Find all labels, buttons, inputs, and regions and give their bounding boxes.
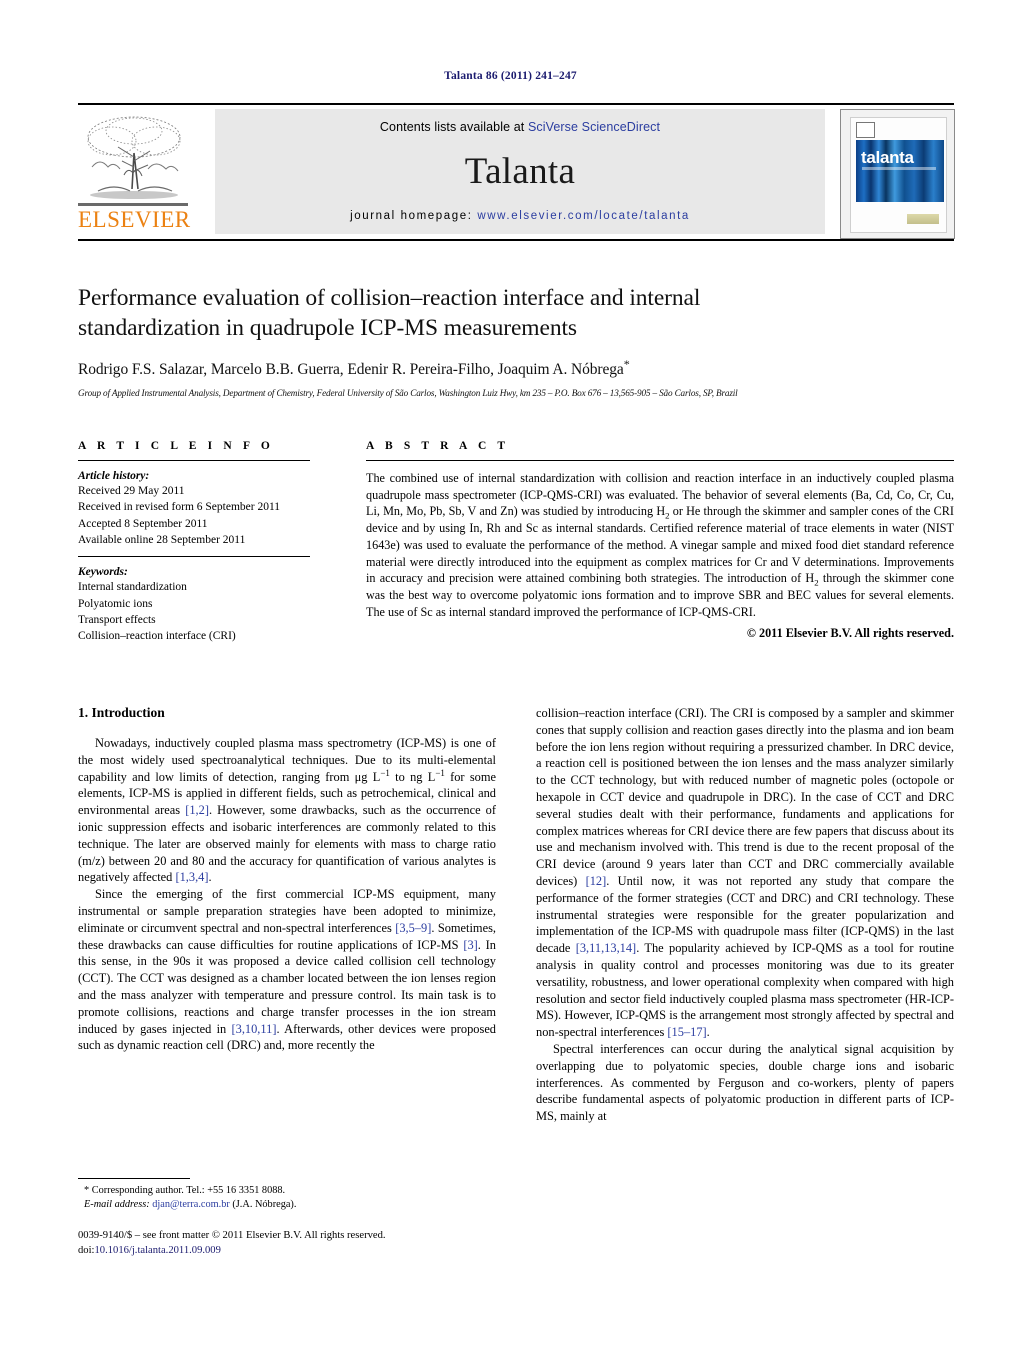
intro-p3-a: collision–reaction interface (CRI). The … [536, 706, 954, 888]
intro-paragraph-1: Nowadays, inductively coupled plasma mas… [78, 735, 496, 886]
footnote-rule [78, 1178, 190, 1179]
contents-available-line: Contents lists available at SciVerse Sci… [215, 109, 825, 134]
abstract-column: A B S T R A C T The combined use of inte… [366, 440, 954, 641]
elsevier-tree-icon [78, 111, 190, 203]
homepage-prefix: journal homepage: [350, 210, 478, 222]
intro-p1-b: to ng L [389, 769, 436, 784]
intro-p3-c: . The popularity achieved by ICP-QMS as … [536, 941, 954, 1040]
keywords-rule [78, 556, 310, 558]
article-info-column: A R T I C L E I N F O Article history: R… [78, 440, 310, 645]
history-item: Accepted 8 September 2011 [78, 517, 208, 530]
paper-page: Talanta 86 (2011) 241–247 ELSEVIER Conte… [0, 0, 1021, 1351]
cover-elsevier-mark-icon [856, 122, 875, 138]
affiliation: Group of Applied Instrumental Analysis, … [78, 388, 738, 399]
history-item: Available online 28 September 2011 [78, 533, 246, 546]
cover-inner: talanta [850, 117, 947, 233]
article-info-rule [78, 460, 310, 461]
body-column-left: 1. Introduction Nowadays, inductively co… [78, 705, 496, 1054]
masthead-top-rule [78, 103, 954, 105]
journal-homepage-line: journal homepage: www.elsevier.com/locat… [215, 210, 825, 222]
intro-p1-sup1: −1 [380, 767, 390, 778]
body-column-right: collision–reaction interface (CRI). The … [536, 705, 954, 1125]
email-link[interactable]: djan@terra.com.br [152, 1199, 230, 1210]
citation-link[interactable]: [3,10,11] [232, 1022, 277, 1036]
abstract-heading: A B S T R A C T [366, 440, 510, 452]
article-title-line1: Performance evaluation of collision–reac… [78, 285, 701, 311]
page-title: Performance evaluation of collision–reac… [78, 283, 954, 343]
keywords-label: Keywords: [78, 566, 128, 579]
article-history-label: Article history: [78, 470, 150, 482]
doi-label: doi: [78, 1245, 95, 1257]
section-heading-introduction: 1. Introduction [78, 705, 165, 720]
authors-text: Rodrigo F.S. Salazar, Marcelo B.B. Guerr… [78, 361, 624, 379]
intro-p3-d: . [706, 1025, 710, 1040]
email-suffix: (J.A. Nóbrega). [229, 1199, 297, 1211]
elsevier-logo: ELSEVIER [78, 111, 196, 233]
article-title-line2: standardization in quadrupole ICP-MS mea… [78, 315, 577, 342]
cover-journal-title: talanta [861, 148, 914, 167]
history-item: Received in revised form 6 September 201… [78, 501, 281, 514]
footnote-corresponding-line: * Corresponding author. Tel.: +55 16 335… [78, 1184, 496, 1198]
contents-prefix: Contents lists available at [379, 120, 528, 134]
elsevier-wordmark: ELSEVIER [78, 207, 191, 232]
cover-subtitle-bar [862, 167, 936, 170]
email-label: E-mail address: [84, 1199, 150, 1211]
journal-homepage-link[interactable]: www.elsevier.com/locate/talanta [477, 210, 690, 222]
citation-link[interactable]: [3,11,13,14] [576, 941, 636, 955]
footnote-corresponding-text: Corresponding author. Tel.: +55 16 3351 … [89, 1185, 286, 1196]
abstract-rule [366, 460, 954, 461]
footnote-email-line: E-mail address: djan@terra.com.br (J.A. … [78, 1198, 496, 1212]
contents-panel: Contents lists available at SciVerse Sci… [215, 109, 825, 234]
citation-link[interactable]: [3,5–9] [395, 921, 431, 935]
doi-line: doi:10.1016/j.talanta.2011.09.009 [78, 1243, 578, 1258]
abstract-text: The combined use of internal standardiza… [366, 470, 954, 620]
intro-p1-sup2: −1 [435, 767, 445, 778]
page-footer: 0039-9140/$ – see front matter © 2011 El… [78, 1228, 578, 1259]
title-block: Performance evaluation of collision–reac… [78, 283, 954, 398]
running-head: Talanta 86 (2011) 241–247 [444, 70, 577, 82]
corresponding-author-footnote: * Corresponding author. Tel.: +55 16 335… [78, 1178, 496, 1213]
front-matter-line: 0039-9140/$ – see front matter © 2011 El… [78, 1230, 386, 1241]
intro-paragraph-3: collision–reaction interface (CRI). The … [536, 705, 954, 1041]
journal-cover-thumbnail: talanta [840, 109, 955, 239]
sciencedirect-link[interactable]: SciVerse ScienceDirect [528, 120, 660, 134]
citation-link[interactable]: [15–17] [667, 1025, 706, 1039]
keyword-item: Collision–reaction interface (CRI) [78, 630, 236, 643]
citation-link[interactable]: [12] [586, 874, 607, 888]
doi-link[interactable]: 10.1016/j.talanta.2011.09.009 [94, 1245, 220, 1256]
intro-paragraph-4: Spectral interferences can occur during … [536, 1041, 954, 1124]
corresponding-author-marker: * [623, 357, 630, 372]
citation-link[interactable]: [1,3,4] [175, 870, 208, 884]
history-item: Received 29 May 2011 [78, 485, 185, 497]
elsevier-logo-rule [78, 203, 188, 206]
article-info-heading: A R T I C L E I N F O [78, 440, 274, 452]
citation-link[interactable]: [3] [463, 938, 477, 952]
author-list: Rodrigo F.S. Salazar, Marcelo B.B. Guerr… [78, 357, 954, 379]
journal-masthead: ELSEVIER Contents lists available at Sci… [78, 103, 955, 241]
keyword-item: Transport effects [78, 613, 156, 626]
keyword-item: Internal standardization [78, 581, 187, 594]
keyword-item: Polyatomic ions [78, 597, 153, 610]
masthead-bottom-rule [78, 239, 954, 241]
intro-p1-e: . [208, 870, 212, 885]
cover-footer-mark [907, 214, 939, 224]
intro-paragraph-2: Since the emerging of the first commerci… [78, 886, 496, 1054]
journal-title: Talanta [464, 151, 576, 192]
abstract-copyright: © 2011 Elsevier B.V. All rights reserved… [746, 626, 954, 641]
citation-link[interactable]: [1,2] [185, 803, 209, 817]
